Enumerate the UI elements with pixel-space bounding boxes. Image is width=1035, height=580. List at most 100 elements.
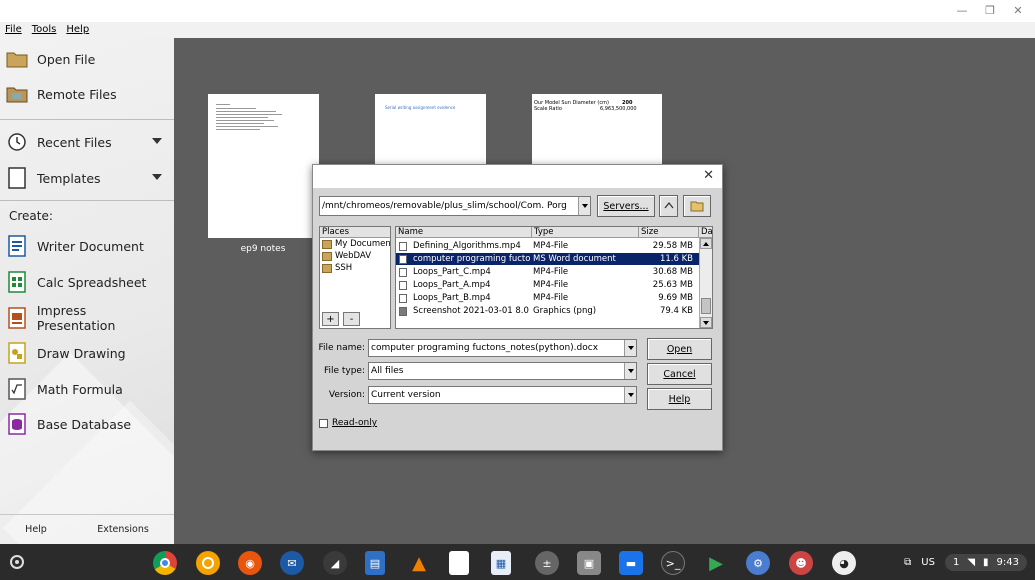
thumbnail-text: Serial writing assignment evidence [385, 105, 456, 110]
place-item[interactable]: SSH [320, 262, 390, 274]
chevron-down-icon[interactable] [578, 197, 590, 215]
scroll-up-icon[interactable] [700, 238, 712, 249]
file-row[interactable]: Loops_Part_A.mp4 MP4-File 25.63 MB [396, 279, 699, 291]
column-date[interactable]: Da [699, 227, 712, 238]
create-heading: Create: [9, 209, 53, 223]
checkbox-icon[interactable] [319, 418, 328, 428]
restore-icon[interactable]: ❐ [983, 3, 997, 17]
place-item[interactable]: My Documents [320, 238, 390, 250]
impress-presentation-button[interactable]: Impress Presentation [6, 303, 168, 333]
add-place-button[interactable]: + [322, 312, 339, 326]
help-button[interactable]: Help [647, 388, 712, 410]
thunderbird-icon[interactable]: ✉ [280, 551, 304, 575]
up-folder-button[interactable] [659, 195, 678, 217]
system-tray[interactable]: ⧉ US 1 ◥ ▮ 9:43 [904, 551, 1027, 573]
chevron-down-icon[interactable] [152, 174, 162, 180]
place-item[interactable]: WebDAV [320, 250, 390, 262]
servers-button[interactable]: Servers... [597, 195, 655, 217]
file-type-label: File type: [323, 366, 365, 376]
new-folder-button[interactable] [683, 195, 711, 217]
file-row[interactable]: Screenshot 2021-03-01 8.0 Graphics (png)… [396, 305, 699, 317]
file-type-select[interactable]: All files [368, 362, 637, 380]
open-file-label: Open File [37, 51, 96, 67]
files-app-icon[interactable]: ▬ [619, 551, 643, 575]
document-thumbnail[interactable]: Serial writing assignment evidence [375, 94, 486, 164]
column-size[interactable]: Size [639, 227, 699, 238]
file-name-label: File name: [318, 343, 365, 353]
inkscape-icon[interactable]: ◢ [323, 551, 347, 575]
file-row[interactable]: Defining_Algorithms.mp4 MP4-File 29.58 M… [396, 240, 699, 252]
status-area[interactable]: 1 ◥ ▮ 9:43 [944, 553, 1027, 571]
remove-place-button[interactable]: - [343, 312, 360, 326]
menu-file[interactable]: File [5, 22, 22, 38]
chrome-icon[interactable] [153, 551, 177, 575]
chevron-down-icon[interactable] [624, 340, 636, 356]
chevron-down-icon[interactable] [624, 363, 636, 379]
calc-spreadsheet-button[interactable]: Calc Spreadsheet [6, 268, 168, 296]
cancel-button[interactable]: Cancel [647, 363, 712, 385]
open-file-button[interactable]: Open File [6, 45, 168, 73]
wifi-icon: ◥ [967, 556, 976, 568]
recent-files-label: Recent Files [37, 134, 112, 150]
launcher-icon[interactable] [10, 555, 24, 569]
draw-drawing-button[interactable]: Draw Drawing [6, 339, 168, 367]
file-row-selected[interactable]: computer programing fuctons_notes(python… [396, 253, 699, 265]
scroll-down-icon[interactable] [700, 317, 712, 328]
path-combobox[interactable]: /mnt/chromeos/removable/plus_slim/school… [319, 196, 591, 216]
libreoffice-icon[interactable] [449, 551, 469, 575]
play-store-icon[interactable]: ▶ [704, 551, 728, 575]
place-label: My Documents [335, 239, 390, 249]
document-thumbnail[interactable] [208, 94, 319, 238]
app-circle-icon[interactable] [196, 551, 220, 575]
writer-app-icon[interactable]: ▤ [365, 551, 385, 575]
file-size: 30.68 MB [652, 267, 693, 277]
open-button[interactable]: Open [647, 338, 712, 360]
open-file-dialog: ✕ /mnt/chromeos/removable/plus_slim/scho… [312, 164, 723, 451]
firefox-icon[interactable]: ◉ [238, 551, 262, 575]
read-only-checkbox[interactable]: Read-only [319, 418, 377, 428]
math-formula-label: Math Formula [37, 381, 123, 397]
vlc-icon[interactable]: ▲ [407, 551, 431, 575]
chevron-down-icon[interactable] [152, 138, 162, 144]
math-formula-button[interactable]: Math Formula [6, 375, 168, 403]
writer-document-button[interactable]: Writer Document [6, 232, 168, 260]
terminal-icon[interactable]: >_ [661, 551, 685, 575]
app-avatar-icon[interactable]: ☻ [789, 551, 813, 575]
templates-button[interactable]: Templates [6, 164, 168, 192]
document-app-icon[interactable]: ▦ [491, 551, 511, 575]
chevron-down-icon[interactable] [624, 387, 636, 403]
column-type[interactable]: Type [532, 227, 639, 238]
base-database-button[interactable]: Base Database [6, 410, 168, 438]
keyboard-layout[interactable]: US [921, 557, 935, 568]
file-row[interactable]: Loops_Part_C.mp4 MP4-File 30.68 MB [396, 266, 699, 278]
column-name[interactable]: Name [396, 227, 532, 238]
help-button[interactable]: Help [25, 524, 47, 535]
overview-icon[interactable]: ⧉ [904, 557, 911, 568]
file-list-scrollbar[interactable] [699, 238, 712, 328]
file-size: 29.58 MB [652, 241, 693, 251]
screenshot-app-icon[interactable]: ▣ [577, 551, 601, 575]
servers-button-label: Servers... [603, 200, 649, 212]
file-size: 11.6 KB [659, 254, 693, 264]
spreadsheet-thumbnail[interactable]: Our Model Sun Diameter (cm) 200 Scale Ra… [532, 94, 662, 164]
read-only-label: Read-only [332, 418, 378, 428]
file-row[interactable]: Loops_Part_B.mp4 MP4-File 9.69 MB [396, 292, 699, 304]
menu-help[interactable]: Help [66, 22, 89, 38]
recent-files-button[interactable]: Recent Files [6, 128, 168, 156]
version-select[interactable]: Current version [368, 386, 637, 404]
file-icon [399, 268, 407, 277]
close-icon[interactable]: ✕ [1011, 3, 1025, 17]
remote-folder-icon [6, 82, 28, 106]
scrollbar-thumb[interactable] [701, 298, 711, 314]
extensions-button[interactable]: Extensions [97, 524, 149, 535]
templates-label: Templates [37, 170, 101, 186]
calculator-icon[interactable]: ± [535, 551, 559, 575]
minimize-icon[interactable]: — [955, 3, 969, 17]
folder-icon [6, 47, 28, 71]
settings-icon[interactable]: ⚙ [746, 551, 770, 575]
penguin-icon[interactable]: ◕ [832, 551, 856, 575]
remote-files-button[interactable]: Remote Files [6, 80, 168, 108]
menu-tools[interactable]: Tools [32, 22, 57, 38]
file-name-input[interactable]: computer programing fuctons_notes(python… [368, 339, 637, 357]
close-icon[interactable]: ✕ [703, 168, 714, 183]
